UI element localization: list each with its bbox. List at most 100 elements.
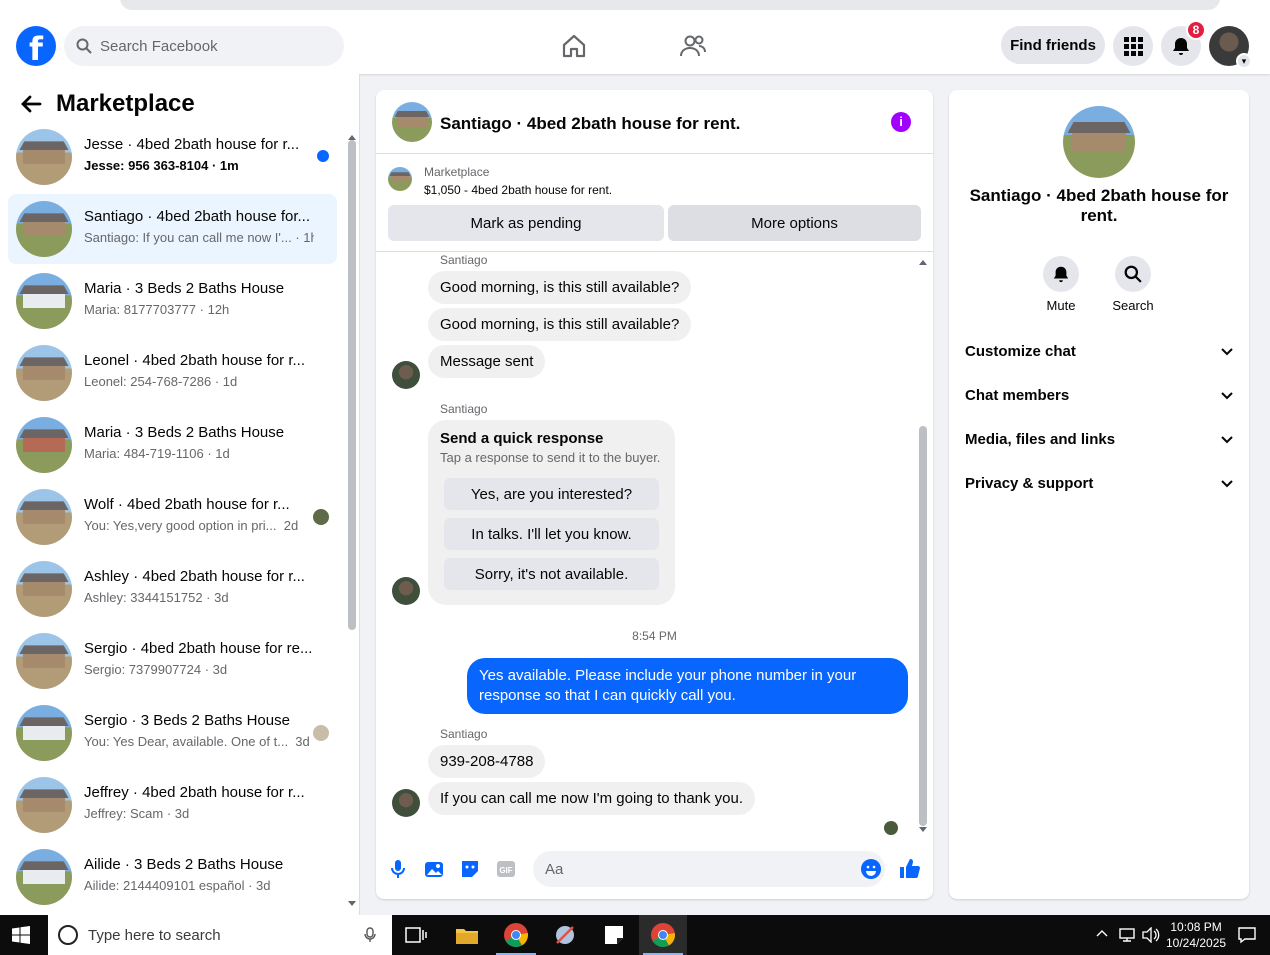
listing-thumbnail (16, 561, 72, 617)
task-view-button[interactable] (392, 915, 440, 955)
conversation-title: Jesse · 4bed 2bath house for r... (84, 136, 300, 153)
find-friends-button[interactable]: Find friends (1001, 26, 1105, 64)
microphone-icon[interactable] (386, 857, 410, 881)
listing-thumbnail[interactable] (1063, 106, 1135, 178)
sender-name: Santiago (440, 727, 488, 741)
message-bubble[interactable]: Good morning, is this still available? (428, 271, 692, 304)
sender-avatar[interactable] (392, 361, 420, 389)
search-icon (1124, 265, 1142, 283)
microphone-icon[interactable] (364, 927, 376, 943)
chat-title[interactable]: Santiago · 4bed 2bath house for rent. (440, 114, 740, 134)
grid-menu-icon (1124, 37, 1143, 56)
taskbar-search-placeholder: Type here to search (88, 926, 221, 944)
conversation-item[interactable]: Sergio · 4bed 2bath house for re... Serg… (8, 626, 337, 696)
conversation-item[interactable]: Sergio · 3 Beds 2 Baths House You: Yes D… (8, 698, 337, 768)
scroll-down-arrow-icon[interactable] (347, 900, 357, 908)
conversation-item[interactable]: Ailide · 3 Beds 2 Baths House Ailide: 21… (8, 842, 337, 912)
mute-action[interactable]: Mute (1031, 256, 1091, 313)
scroll-down-arrow-icon[interactable] (918, 826, 928, 834)
search-placeholder: Search Facebook (100, 37, 218, 55)
chevron-up-icon[interactable] (1096, 928, 1108, 938)
conversation-title: Leonel · 4bed 2bath house for r... (84, 352, 305, 369)
search-action[interactable]: Search (1103, 256, 1163, 313)
conversation-item-active[interactable]: Santiago · 4bed 2bath house for... Santi… (8, 194, 337, 264)
inbox-scrollbar[interactable] (347, 128, 357, 908)
quick-response-card: Send a quick response Tap a response to … (428, 420, 675, 605)
listing-thumbnail[interactable] (392, 102, 432, 142)
conversation-preview: Ashley: 3344151752 · 3d (84, 590, 229, 605)
mark-as-pending-button[interactable]: Mark as pending (388, 205, 664, 241)
more-options-button[interactable]: More options (668, 205, 921, 241)
browser-strip (0, 0, 1270, 18)
section-label: Customize chat (965, 343, 1076, 360)
conversation-preview: Maria: 8177703777 · 12h (84, 302, 230, 317)
quick-response-option[interactable]: Yes, are you interested? (444, 478, 659, 510)
conversation-item[interactable]: Wolf · 4bed 2bath house for r... You: Ye… (8, 482, 337, 552)
conversation-item[interactable]: Maria · 3 Beds 2 Baths House Maria: 8177… (8, 266, 337, 336)
listing-thumbnail[interactable] (388, 167, 412, 191)
chrome-active-button[interactable] (639, 915, 687, 955)
conversation-item[interactable]: Leonel · 4bed 2bath house for r... Leone… (8, 338, 337, 408)
customize-chat-section[interactable]: Customize chat (965, 343, 1233, 360)
conversation-title: Jeffrey · 4bed 2bath house for r... (84, 784, 305, 801)
scrollbar-thumb[interactable] (919, 426, 927, 826)
message-bubble[interactable]: Good morning, is this still available? (428, 308, 692, 341)
sender-avatar[interactable] (392, 577, 420, 605)
message-bubble[interactable]: 939-208-4788 (428, 745, 546, 778)
listing-banner: Marketplace $1,050 - 4bed 2bath house fo… (376, 155, 933, 252)
sticky-notes-button[interactable] (590, 915, 638, 955)
message-input[interactable]: Aa (533, 851, 885, 887)
network-icon[interactable] (1118, 927, 1136, 943)
privacy-support-section[interactable]: Privacy & support (965, 475, 1233, 492)
photo-icon[interactable] (422, 857, 446, 881)
emoji-icon[interactable] (859, 857, 883, 881)
my-message-bubble[interactable]: Yes available. Please include your phone… (467, 658, 908, 714)
windows-start-icon[interactable] (12, 926, 30, 944)
section-label: Privacy & support (965, 475, 1094, 492)
account-avatar[interactable]: ▾ (1209, 26, 1252, 69)
details-title: Santiago · 4bed 2bath house for rent. (969, 186, 1229, 225)
search-bar[interactable]: Search Facebook (64, 26, 344, 66)
system-clock[interactable]: 10:08 PM 10/24/2025 (1166, 919, 1226, 951)
conversation-item[interactable]: Jeffrey · 4bed 2bath house for r... Jeff… (8, 770, 337, 840)
chat-members-section[interactable]: Chat members (965, 387, 1233, 404)
folder-icon (456, 929, 478, 944)
listing-label: Marketplace (424, 165, 490, 179)
conversation-preview: You: Yes,very good option in pri... 2d (84, 518, 299, 533)
notification-center-icon[interactable] (1238, 926, 1256, 944)
conversation-item[interactable]: Jesse · 4bed 2bath house for r... Jesse:… (8, 122, 337, 192)
facebook-logo-icon[interactable]: f (16, 26, 56, 66)
taskbar-search[interactable]: Type here to search (48, 915, 392, 955)
conversation-item[interactable]: Ashley · 4bed 2bath house for r... Ashle… (8, 554, 337, 624)
message-bubble[interactable]: If you can call me now I'm going to than… (428, 782, 756, 815)
volume-icon[interactable] (1142, 927, 1160, 943)
listing-price[interactable]: $1,050 - 4bed 2bath house for rent. (424, 183, 612, 197)
cortana-ring-icon (58, 925, 78, 945)
snipping-app-button[interactable] (541, 915, 589, 955)
chrome-profile-button[interactable] (492, 915, 540, 955)
quick-response-option[interactable]: Sorry, it's not available. (444, 558, 659, 590)
quick-response-option[interactable]: In talks. I'll let you know. (444, 518, 659, 550)
message-scrollbar[interactable] (917, 258, 929, 836)
home-icon[interactable] (560, 32, 588, 60)
thumbs-up-icon[interactable] (898, 857, 922, 881)
back-arrow-icon[interactable] (20, 93, 42, 115)
bell-icon (1173, 38, 1189, 55)
file-explorer-button[interactable] (443, 915, 491, 955)
conversation-item[interactable]: Maria · 3 Beds 2 Baths House Maria: 484-… (8, 410, 337, 480)
scroll-up-arrow-icon[interactable] (918, 258, 928, 266)
svg-text:GIF: GIF (499, 866, 512, 875)
info-icon[interactable]: i (891, 112, 911, 132)
sender-avatar[interactable] (392, 789, 420, 817)
top-navigation-bar: f Search Facebook Find friends 8 ▾ (0, 18, 1270, 74)
gif-icon[interactable]: GIF (494, 857, 518, 881)
media-files-links-section[interactable]: Media, files and links (965, 431, 1233, 448)
conversation-preview: Ailide: 2144409101 español · 3d (84, 878, 271, 893)
address-bar[interactable] (120, 0, 1220, 10)
seen-avatar (313, 725, 329, 741)
friends-icon[interactable] (679, 32, 707, 60)
menu-button[interactable] (1113, 26, 1153, 66)
sticker-icon[interactable] (458, 857, 482, 881)
scrollbar-thumb[interactable] (348, 140, 356, 630)
message-bubble[interactable]: Message sent (428, 345, 546, 378)
